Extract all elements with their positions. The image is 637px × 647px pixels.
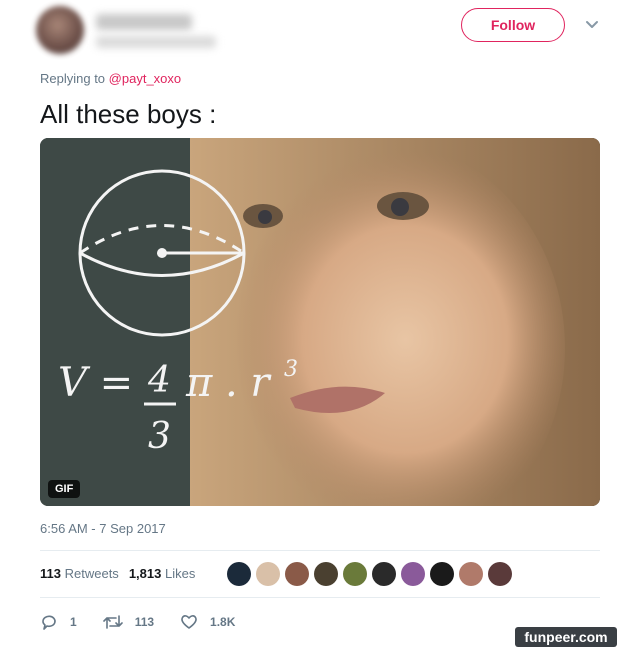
retweet-count: 113 bbox=[134, 615, 155, 629]
mention-link[interactable]: @payt_xoxo bbox=[109, 71, 181, 86]
tweet-text: All these boys : bbox=[40, 99, 217, 129]
gif-badge: GIF bbox=[48, 480, 81, 498]
reply-icon bbox=[42, 615, 56, 630]
like-button[interactable]: 1.8K bbox=[180, 613, 235, 631]
formula-numerator: 4 bbox=[147, 360, 171, 401]
follow-button[interactable]: Follow bbox=[461, 8, 565, 42]
author-handle-blurred[interactable] bbox=[96, 36, 216, 48]
divider-top bbox=[40, 550, 600, 551]
formula-pi-r: π . r bbox=[185, 360, 272, 406]
formula-lhs: V = bbox=[58, 360, 133, 406]
reply-count: 1 bbox=[70, 615, 77, 629]
retweets-stat[interactable]: 113 Retweets bbox=[40, 566, 119, 581]
follow-button-label: Follow bbox=[490, 17, 536, 33]
likes-stat[interactable]: 1,813 Likes bbox=[129, 566, 196, 581]
liker-avatar[interactable] bbox=[488, 562, 512, 586]
likes-count: 1,813 bbox=[128, 566, 162, 581]
replying-to: Replying to @payt_xoxo bbox=[40, 71, 181, 86]
author-name-blurred[interactable] bbox=[96, 14, 192, 30]
divider-bottom bbox=[40, 597, 600, 598]
retweet-icon bbox=[102, 615, 123, 629]
liker-avatar[interactable] bbox=[227, 562, 251, 586]
liker-avatar[interactable] bbox=[343, 562, 367, 586]
liker-avatar[interactable] bbox=[285, 562, 309, 586]
liker-avatar[interactable] bbox=[256, 562, 280, 586]
tweet-actions: 1 113 1.8K bbox=[40, 613, 235, 631]
gif-frame: V = 4 3 π . r 3 bbox=[40, 138, 600, 506]
likes-label: Likes bbox=[164, 566, 196, 581]
tweet-stats: 113 Retweets 1,813 Likes bbox=[40, 566, 195, 581]
chevron-down-icon[interactable] bbox=[583, 16, 601, 34]
liker-avatars bbox=[227, 562, 512, 586]
retweet-button[interactable]: 113 bbox=[102, 613, 155, 631]
watermark: funpeer.com bbox=[515, 627, 617, 647]
liker-avatar[interactable] bbox=[459, 562, 483, 586]
liker-avatar[interactable] bbox=[372, 562, 396, 586]
author-avatar[interactable] bbox=[36, 6, 84, 54]
retweets-count: 113 bbox=[40, 566, 61, 581]
tweet-gif[interactable]: V = 4 3 π . r 3 GIF bbox=[40, 138, 600, 506]
liker-avatar[interactable] bbox=[314, 562, 338, 586]
like-count: 1.8K bbox=[210, 615, 236, 629]
heart-icon bbox=[181, 615, 197, 629]
formula-exponent: 3 bbox=[284, 357, 298, 382]
tweet-timestamp[interactable]: 6:56 AM - 7 Sep 2017 bbox=[40, 521, 166, 536]
formula-denominator: 3 bbox=[148, 416, 171, 457]
reply-button[interactable]: 1 bbox=[40, 613, 77, 631]
liker-avatar[interactable] bbox=[401, 562, 425, 586]
retweets-label: Retweets bbox=[64, 566, 119, 581]
replying-prefix: Replying to bbox=[40, 71, 106, 86]
liker-avatar[interactable] bbox=[430, 562, 454, 586]
